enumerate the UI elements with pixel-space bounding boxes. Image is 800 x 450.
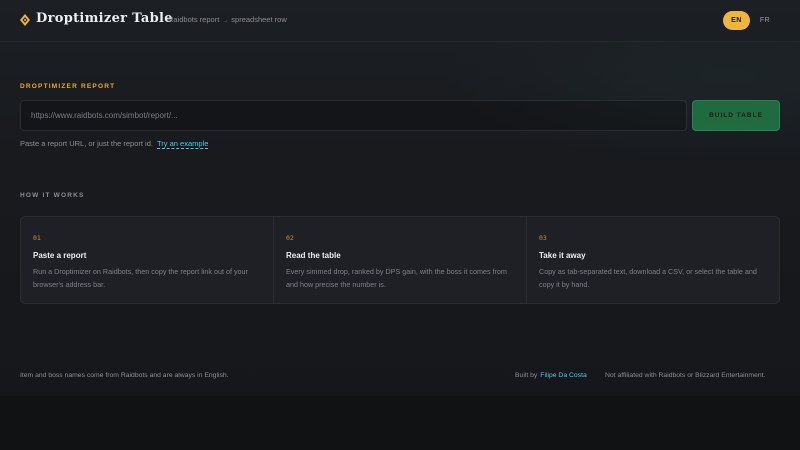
step-description: Copy as tab-separated text, download a C… xyxy=(539,267,757,289)
how-it-works-label: HOW IT WORKS xyxy=(20,192,85,199)
diamond-icon xyxy=(20,14,30,26)
step-title: Take it away xyxy=(539,251,586,260)
step-card: 02 Read the table Every simmed drop, ran… xyxy=(274,217,527,303)
app-title: Droptimizer Table xyxy=(36,11,173,26)
step-description: Every simmed drop, ranked by DPS gain, w… xyxy=(286,267,507,289)
hint-text: Paste a report URL, or just the report i… xyxy=(20,139,153,148)
build-table-button[interactable]: BUILD TABLE xyxy=(692,100,780,131)
tagline-from: Raidbots report xyxy=(168,15,220,24)
step-number: 01 xyxy=(33,234,41,242)
footer-credit: Built by Filipe Da Costa xyxy=(515,372,587,379)
try-example-link[interactable]: Try an example xyxy=(156,139,209,149)
language-fr-button[interactable]: FR xyxy=(757,11,773,30)
report-hint: Paste a report URL, or just the report i… xyxy=(20,139,209,149)
steps-panel: 01 Paste a report Run a Droptimizer on R… xyxy=(20,216,780,304)
app-window: Droptimizer Table Raidbots report → spread… xyxy=(0,0,800,396)
language-en-button[interactable]: EN xyxy=(723,11,750,30)
built-by-label: Built by xyxy=(515,372,538,379)
top-bar: Droptimizer Table Raidbots report → spread… xyxy=(0,0,800,42)
step-description: Run a Droptimizer on Raidbots, then copy… xyxy=(33,267,248,289)
arrow-icon: → xyxy=(222,18,229,24)
tagline-to: spreadsheet row xyxy=(231,15,287,24)
step-number: 02 xyxy=(286,234,294,242)
step-title: Paste a report xyxy=(33,251,87,260)
report-section-label: DROPTIMIZER REPORT xyxy=(20,83,116,90)
step-number: 03 xyxy=(539,234,547,242)
footer-disclaimer: Not affiliated with Raidbots or Blizzard… xyxy=(605,372,766,379)
author-link[interactable]: Filipe Da Costa xyxy=(540,372,586,379)
footer-note: Item and boss names come from Raidbots a… xyxy=(20,372,229,379)
page-background xyxy=(0,396,800,450)
step-title: Read the table xyxy=(286,251,341,260)
tagline: Raidbots report → spreadsheet row xyxy=(168,15,287,24)
report-url-input[interactable] xyxy=(20,100,687,131)
step-card: 03 Take it away Copy as tab-separated te… xyxy=(527,217,779,303)
step-card: 01 Paste a report Run a Droptimizer on R… xyxy=(21,217,274,303)
